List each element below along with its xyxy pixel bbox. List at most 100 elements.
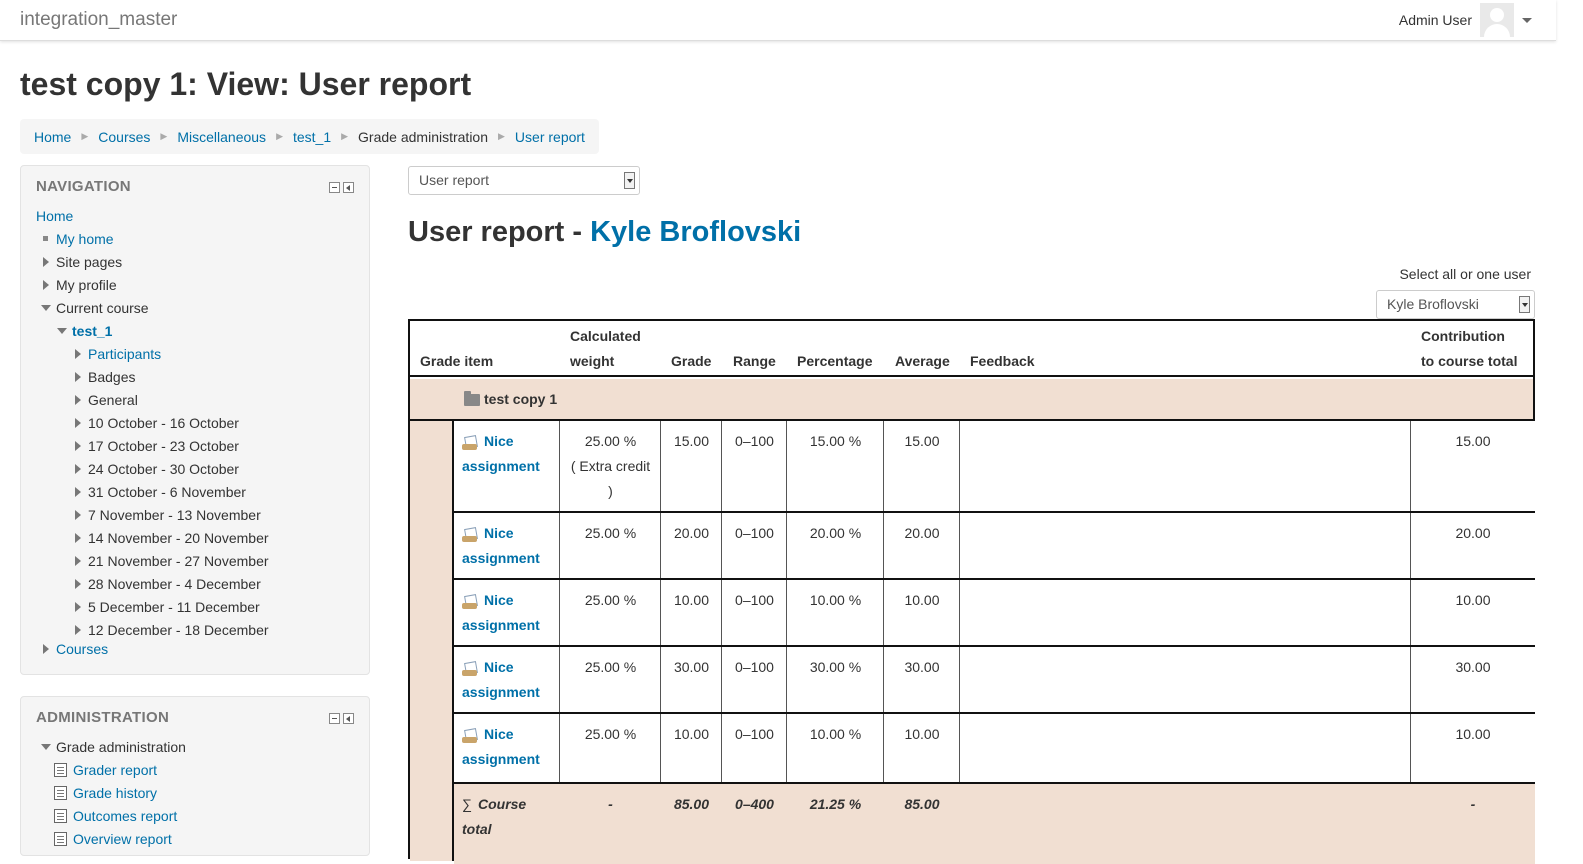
- admin-outcomes-report[interactable]: Outcomes report: [73, 808, 177, 824]
- collapse-icon[interactable]: [329, 182, 340, 193]
- range-cell: 0–100: [735, 433, 774, 449]
- nav-week[interactable]: 5 December - 11 December: [72, 597, 260, 617]
- dropdown-arrow-icon: [1519, 296, 1530, 313]
- expand-icon: [75, 441, 81, 451]
- expand-icon: [43, 257, 49, 267]
- assignment-icon: [462, 594, 478, 610]
- grade-cell: 10.00: [673, 592, 710, 608]
- expand-icon: [75, 602, 81, 612]
- weight-cell: 25.00 %( Extra credit): [570, 433, 651, 499]
- nav-badges[interactable]: Badges: [72, 367, 135, 387]
- expand-icon: [75, 556, 81, 566]
- average-cell: 30.00: [904, 659, 940, 675]
- nav-week[interactable]: 31 October - 6 November: [72, 482, 246, 502]
- user-select[interactable]: Kyle Broflovski: [1376, 290, 1535, 319]
- avatar[interactable]: [1480, 3, 1514, 37]
- table-row: Nice assignment 25.00 % 10.00 0–100 10.00…: [454, 714, 1535, 784]
- breadcrumb-grade-admin: Grade administration: [358, 128, 488, 145]
- report-icon: [54, 832, 67, 846]
- sigma-icon: ∑: [462, 796, 472, 812]
- contribution-cell: 30.00: [1455, 659, 1491, 675]
- nav-week[interactable]: 12 December - 18 December: [72, 620, 269, 640]
- nav-participants[interactable]: Participants: [88, 346, 161, 362]
- admin-grader-report[interactable]: Grader report: [73, 762, 157, 778]
- grade-cell: 15.00: [673, 433, 710, 449]
- assignment-icon: [462, 527, 478, 543]
- average-cell: 15.00: [904, 433, 940, 449]
- nav-my-home[interactable]: My home: [56, 231, 114, 247]
- average-cell: 10.00: [904, 726, 940, 742]
- dropdown-arrow-icon: [624, 172, 635, 189]
- report-user-link[interactable]: Kyle Broflovski: [590, 216, 801, 248]
- nav-week[interactable]: 7 November - 13 November: [72, 505, 261, 525]
- grade-item-link[interactable]: Nice assignment: [462, 722, 540, 772]
- percentage-cell: 10.00 %: [809, 726, 862, 742]
- grade-item-link[interactable]: Nice assignment: [462, 429, 540, 479]
- contribution-cell: 15.00: [1455, 433, 1491, 449]
- admin-grade-history[interactable]: Grade history: [73, 785, 157, 801]
- dock-icon[interactable]: [343, 182, 354, 193]
- admin-grade-administration[interactable]: Grade administration: [40, 737, 186, 757]
- nav-courses[interactable]: Courses: [56, 641, 108, 657]
- breadcrumb-courses[interactable]: Courses: [98, 129, 150, 145]
- breadcrumb-separator-icon: ▶: [276, 131, 283, 141]
- user-menu[interactable]: Admin User: [1399, 3, 1532, 37]
- header-average: Average: [895, 353, 950, 369]
- nav-general[interactable]: General: [72, 390, 138, 410]
- bullet-icon: [43, 236, 48, 241]
- nav-week[interactable]: 21 November - 27 November: [72, 551, 269, 571]
- nav-current-course[interactable]: Current course: [40, 298, 149, 318]
- weight-cell: 25.00 %: [584, 592, 637, 608]
- chevron-down-icon[interactable]: [1522, 17, 1532, 23]
- contribution-cell: 10.00: [1455, 726, 1491, 742]
- breadcrumb-course[interactable]: test_1: [293, 129, 331, 145]
- grade-item-link[interactable]: Nice assignment: [462, 655, 540, 705]
- nav-week[interactable]: 17 October - 23 October: [72, 436, 239, 456]
- nav-week[interactable]: 10 October - 16 October: [72, 413, 239, 433]
- administration-title: ADMINISTRATION: [36, 709, 170, 726]
- collapse-icon[interactable]: [329, 713, 340, 724]
- nav-my-profile[interactable]: My profile: [40, 275, 117, 295]
- average-cell: 10.00: [904, 592, 940, 608]
- expand-icon: [75, 487, 81, 497]
- administration-block: ADMINISTRATION Grade administration Grad…: [20, 696, 370, 856]
- breadcrumb-miscellaneous[interactable]: Miscellaneous: [177, 129, 266, 145]
- expand-icon: [75, 349, 81, 359]
- table-row: Nice assignment 25.00 % 20.00 0–100 20.00…: [454, 513, 1535, 580]
- report-icon: [54, 809, 67, 823]
- expand-icon: [75, 579, 81, 589]
- nav-site-pages[interactable]: Site pages: [40, 252, 122, 272]
- grade-item-link[interactable]: Nice assignment: [462, 588, 540, 638]
- nav-week[interactable]: 24 October - 30 October: [72, 459, 239, 479]
- folder-icon: [464, 391, 480, 406]
- grade-item-link[interactable]: Nice assignment: [462, 521, 540, 571]
- total-grade-cell: 85.00: [673, 796, 710, 812]
- breadcrumb-separator-icon: ▶: [81, 131, 89, 141]
- user-select-label: Select all or one user: [1399, 266, 1531, 282]
- breadcrumb-home[interactable]: Home: [34, 129, 71, 145]
- nav-week[interactable]: 14 November - 20 November: [72, 528, 269, 548]
- breadcrumb-separator-icon: ▶: [498, 131, 505, 141]
- table-header: Grade item Calculated weight Grade Range…: [410, 321, 1533, 377]
- grade-cell: 10.00: [673, 726, 710, 742]
- grade-cell: 30.00: [673, 659, 710, 675]
- site-brand[interactable]: integration_master: [20, 9, 177, 31]
- breadcrumb: Home ▶ Courses ▶ Miscellaneous ▶ test_1 …: [20, 119, 599, 154]
- total-average-cell: 85.00: [904, 796, 940, 812]
- percentage-cell: 10.00 %: [809, 592, 862, 608]
- nav-home[interactable]: Home: [36, 208, 73, 224]
- range-cell: 0–100: [735, 659, 774, 675]
- dock-icon[interactable]: [343, 713, 354, 724]
- percentage-cell: 20.00 %: [809, 525, 862, 541]
- report-type-select[interactable]: User report: [408, 166, 640, 195]
- expand-icon: [75, 418, 81, 428]
- category-name: test copy 1: [484, 391, 558, 407]
- report-icon: [54, 786, 67, 800]
- collapse-tree-icon: [57, 328, 67, 334]
- nav-course-test1[interactable]: test_1: [72, 323, 112, 339]
- percentage-cell: 15.00 %: [809, 433, 862, 449]
- nav-week[interactable]: 28 November - 4 December: [72, 574, 261, 594]
- breadcrumb-user-report[interactable]: User report: [515, 129, 585, 145]
- user-name[interactable]: Admin User: [1399, 12, 1472, 28]
- table-row: Nice assignment 25.00 % 10.00 0–100 10.00…: [454, 580, 1535, 647]
